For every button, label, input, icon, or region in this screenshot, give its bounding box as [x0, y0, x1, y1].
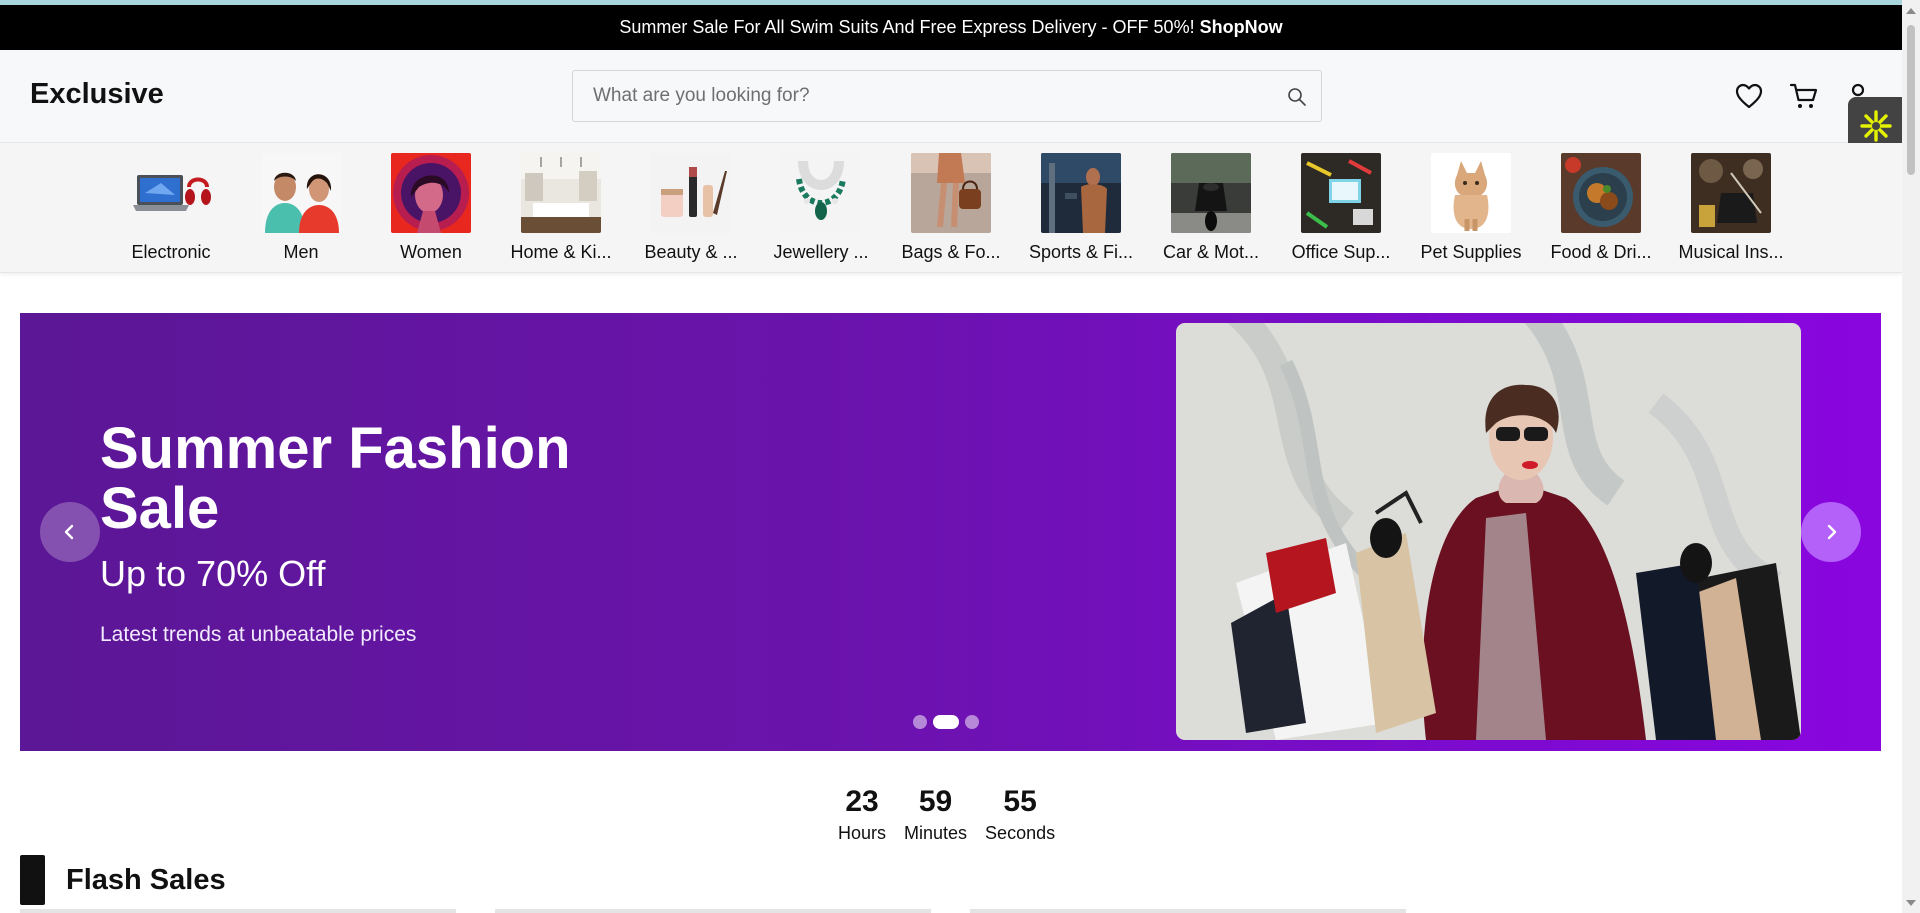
category-label: Food & Dri... [1550, 242, 1652, 262]
countdown-hours: 23 Hours [838, 785, 886, 844]
site-header: Exclusive What are you looking for? [0, 50, 1902, 143]
product-card-edge [970, 909, 1406, 913]
category-thumbnail [1301, 153, 1381, 233]
countdown-label: Seconds [985, 823, 1056, 843]
carousel-dot[interactable] [913, 715, 927, 729]
category-thumbnail [1041, 153, 1121, 233]
countdown-label: Hours [838, 823, 887, 843]
category-thumbnail [521, 153, 601, 233]
product-card-edge [495, 909, 931, 913]
heart-icon[interactable] [1733, 80, 1765, 112]
search-input[interactable]: What are you looking for? [572, 70, 1322, 122]
category-jewellery[interactable]: Jewellery ... [761, 153, 881, 263]
category-thumbnail [911, 153, 991, 233]
section-title: Flash Sales [66, 863, 226, 896]
category-thumbnail [781, 153, 861, 233]
category-label: Men [283, 242, 319, 262]
carousel-indicators [913, 715, 979, 729]
countdown-value: 23 [845, 785, 879, 818]
category-label: Musical Ins... [1678, 242, 1784, 262]
category-label: Office Sup... [1291, 242, 1391, 262]
page-scrollbar[interactable] [1902, 0, 1920, 913]
product-card-edge [20, 909, 456, 913]
category-label: Electronic [131, 242, 211, 262]
chevron-right-icon [1827, 524, 1837, 540]
category-home-kitchen[interactable]: Home & Ki... [501, 153, 621, 263]
category-thumbnail [391, 153, 471, 233]
section-accent-bar [20, 855, 45, 905]
category-label: Home & Ki... [510, 242, 612, 262]
category-electronic[interactable]: Electronic [111, 153, 231, 263]
category-office-supplies[interactable]: Office Sup... [1281, 153, 1401, 263]
hero-subtitle: Up to 70% Off [100, 553, 326, 594]
hero-carousel: Summer Fashion Sale Up to 70% Off Latest… [20, 313, 1881, 751]
countdown-label: Minutes [904, 823, 968, 843]
category-label: Pet Supplies [1420, 242, 1522, 262]
category-label: Women [400, 242, 462, 262]
category-pet-supplies[interactable]: Pet Supplies [1411, 153, 1531, 263]
category-label: Car & Mot... [1162, 242, 1260, 262]
category-car-motorbike[interactable]: Car & Mot... [1151, 153, 1271, 263]
category-label: Bags & Fo... [901, 242, 1001, 262]
scroll-thumb[interactable] [1907, 25, 1915, 175]
scroll-up-arrow[interactable] [1906, 8, 1916, 14]
search-placeholder: What are you looking for? [593, 85, 810, 106]
countdown-minutes: 59 Minutes [904, 785, 967, 844]
carousel-next-button[interactable] [1801, 502, 1861, 562]
category-label: Sports & Fi... [1028, 242, 1134, 262]
category-thumbnail [1691, 153, 1771, 233]
category-thumbnail [1171, 153, 1251, 233]
asterisk-icon [1860, 110, 1892, 142]
countdown-value: 55 [1003, 785, 1037, 818]
hero-description: Latest trends at unbeatable prices [100, 623, 417, 646]
shop-now-link[interactable]: ShopNow [1200, 17, 1283, 38]
countdown-value: 59 [918, 785, 953, 818]
category-label: Beauty & ... [644, 242, 738, 262]
category-beauty[interactable]: Beauty & ... [631, 153, 751, 263]
carousel-dot-active[interactable] [933, 715, 959, 729]
search-icon[interactable] [1287, 87, 1307, 107]
category-thumbnail [1431, 153, 1511, 233]
category-thumbnail [651, 153, 731, 233]
logo[interactable]: Exclusive [30, 78, 164, 111]
category-thumbnail [261, 153, 341, 233]
category-bags-footwear[interactable]: Bags & Fo... [891, 153, 1011, 263]
scroll-down-arrow[interactable] [1906, 900, 1916, 906]
countdown-seconds: 55 Seconds [985, 785, 1055, 844]
flash-sales-heading: Flash Sales [20, 855, 226, 905]
category-men[interactable]: Men [241, 153, 361, 263]
carousel-prev-button[interactable] [40, 502, 100, 562]
hero-image [1176, 323, 1801, 740]
announcement-bar: Summer Sale For All Swim Suits And Free … [0, 5, 1902, 50]
category-women[interactable]: Women [371, 153, 491, 263]
cart-icon[interactable] [1788, 80, 1820, 112]
countdown-timer: 23 Hours 59 Minutes 55 Seconds [838, 785, 1055, 844]
category-food-drinks[interactable]: Food & Dri... [1541, 153, 1661, 263]
category-sports-fitness[interactable]: Sports & Fi... [1021, 153, 1141, 263]
carousel-dot[interactable] [965, 715, 979, 729]
category-thumbnail [131, 153, 211, 233]
category-musical-instruments[interactable]: Musical Ins... [1671, 153, 1791, 263]
chevron-left-icon [64, 524, 74, 540]
announcement-text: Summer Sale For All Swim Suits And Free … [619, 17, 1195, 37]
category-strip: Electronic Men Women Home & Ki... Beauty… [0, 143, 1902, 273]
category-thumbnail [1561, 153, 1641, 233]
hero-title: Summer Fashion Sale [100, 416, 571, 541]
category-label: Jewellery ... [773, 242, 869, 262]
